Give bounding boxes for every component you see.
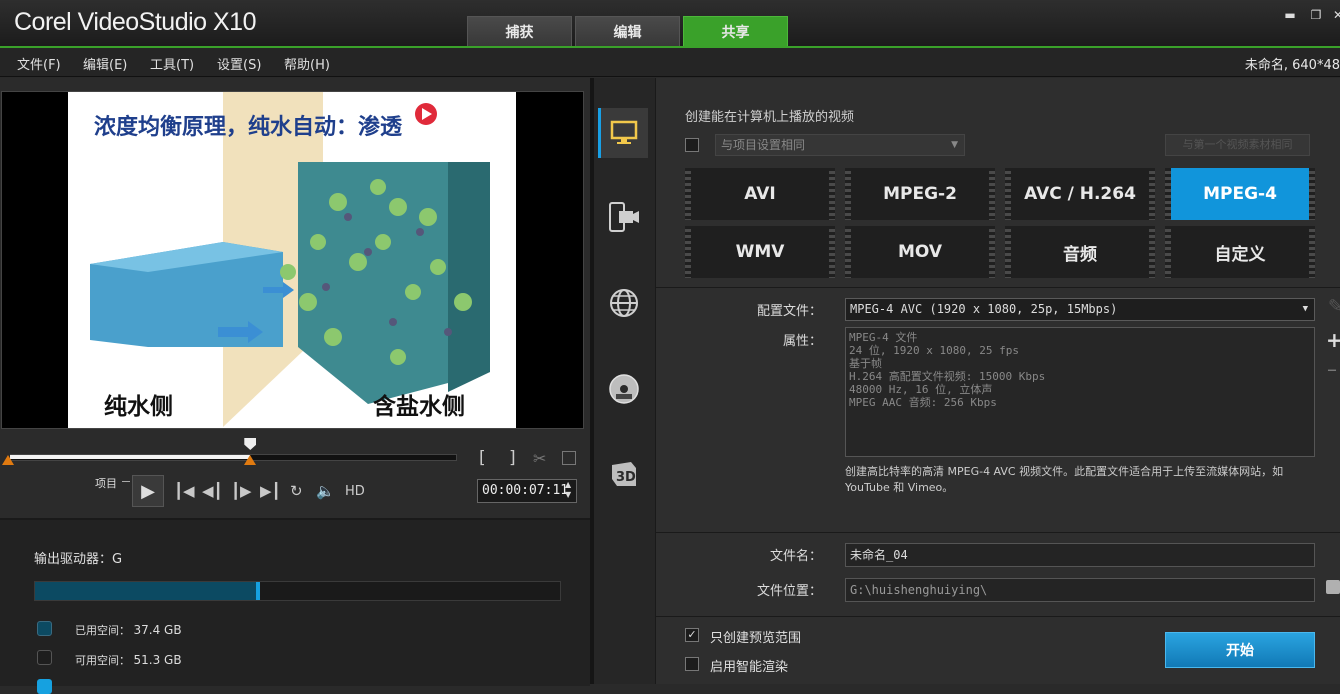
remove-profile-icon[interactable]: – [1327,357,1337,381]
location-input[interactable]: G:\huishenghuiying\ [845,578,1315,602]
mark-in-icon[interactable]: [ [479,448,486,468]
free-space-swatch [37,650,52,665]
app-logo: Corel VideoStudio X10 [14,8,257,36]
format-audio[interactable]: 音频 [1005,226,1155,278]
add-profile-icon[interactable]: + [1326,328,1340,352]
project-clip-toggle[interactable] [122,481,130,482]
same-as-project-checkbox[interactable] [685,138,699,152]
next-frame-icon[interactable]: ┃▶ [231,482,252,500]
timecode-input[interactable]: 00:00:07:11 [477,479,577,503]
same-as-project-dropdown[interactable]: 与项目设置相同 ▼ [715,134,965,156]
project-info: 未命名, 640*48 [1244,58,1340,73]
format-mpeg2[interactable]: MPEG-2 [845,168,995,220]
volume-icon[interactable]: 🔈 [316,482,335,500]
web-icon[interactable] [600,279,648,327]
separator [656,532,1340,533]
menu-help[interactable]: 帮助(H) [284,54,330,73]
location-label: 文件位置： [756,584,822,599]
osmosis-illustration: 浓度均衡原理，纯水自动：渗透 纯水侧 含盐水侧 [68,92,516,428]
video-frame: 浓度均衡原理，纯水自动：渗透 纯水侧 含盐水侧 [68,92,516,428]
separator [656,287,1340,288]
scissors-icon[interactable]: ✂ [533,449,546,468]
required-space-swatch [37,679,52,694]
profile-description: 创建高比特率的高清 MPEG-4 AVC 视频文件。此配置文件适合用于上传至流媒… [845,465,1284,494]
3d-icon[interactable]: 3D [600,450,648,498]
go-start-icon[interactable]: ┃◀ [174,482,195,500]
free-space-label: 可用空间： 51.3 GB [75,653,182,667]
format-avi[interactable]: AVI [685,168,835,220]
tab-edit[interactable]: 编辑 [575,16,680,46]
chevron-down-icon: ▼ [951,140,958,150]
restore-icon[interactable]: ❐ [1308,8,1324,22]
tab-share[interactable]: 共享 [683,16,788,46]
prev-frame-icon[interactable]: ◀┃ [202,482,223,500]
attributes-label: 属性： [782,334,822,349]
separator [656,616,1340,617]
repeat-icon[interactable]: ↻ [290,482,303,500]
filename-input[interactable]: 未命名_04 [845,543,1315,567]
share-title: 创建能在计算机上播放的视频 [685,110,855,125]
close-icon[interactable]: ✕ [1330,8,1340,22]
format-custom[interactable]: 自定义 [1165,226,1315,278]
minimize-icon[interactable]: ▬ [1282,8,1298,22]
used-space-label: 已用空间： 37.4 GB [75,623,182,637]
copy-icon[interactable] [562,451,576,465]
menu-edit[interactable]: 编辑(E) [83,54,127,73]
drive-label: 输出驱动器：G [34,552,123,567]
frame-title: 浓度均衡原理，纯水自动：渗透 [94,114,403,140]
format-wmv[interactable]: WMV [685,226,835,278]
mark-out-icon[interactable]: ] [509,448,516,468]
play-button[interactable]: ▶ [132,475,164,507]
timecode-stepper[interactable]: ▲ ▼ [565,480,571,500]
svg-text:3D: 3D [616,470,636,485]
hd-toggle[interactable]: HD [345,484,365,499]
go-end-icon[interactable]: ▶┃ [260,482,281,500]
format-mpeg4[interactable]: MPEG-4 [1165,168,1315,220]
mark-out-handle[interactable] [244,455,257,465]
profile-dropdown[interactable]: MPEG-4 AVC (1920 x 1080, 25p, 15Mbps) ▼ [845,298,1315,321]
menu-file[interactable]: 文件(F) [17,54,61,73]
smart-render-label: 启用智能渲染 [710,660,789,675]
frame-left-label: 纯水侧 [104,393,173,420]
menu-settings[interactable]: 设置(S) [217,54,261,73]
format-avc-h264[interactable]: AVC / H.264 [1005,168,1155,220]
computer-icon[interactable] [600,109,648,157]
chevron-down-icon: ▼ [1302,304,1308,314]
preview-range-checkbox[interactable]: ✓ [685,628,699,642]
drive-output-marker [255,582,260,600]
filename-label: 文件名： [769,549,822,564]
mark-in-handle[interactable] [2,455,14,465]
disc-icon[interactable] [600,365,648,413]
profile-label: 配置文件： [756,304,822,319]
edit-profile-icon[interactable]: ✎ [1328,296,1340,317]
folder-icon[interactable] [1326,580,1340,594]
project-label: 项目 [95,477,117,490]
attributes-box: MPEG-4 文件 24 位, 1920 x 1080, 25 fps 基于帧 … [845,327,1315,457]
menu-tools[interactable]: 工具(T) [150,54,194,73]
preview-range-label: 只创建预览范围 [710,631,802,646]
start-button[interactable]: 开始 [1165,632,1315,668]
used-space-swatch [37,621,52,636]
drive-used-fill [35,582,256,600]
smart-render-checkbox[interactable] [685,657,699,671]
same-as-first-clip-button[interactable]: 与第一个视频素材相同 [1165,134,1310,156]
frame-right-label: 含盐水侧 [373,393,465,420]
format-mov[interactable]: MOV [845,226,995,278]
tab-capture[interactable]: 捕获 [467,16,572,46]
play-icon: ▶ [141,480,155,502]
menu-bar [0,48,1340,77]
scrub-progress [10,455,251,459]
device-icon[interactable] [600,193,648,241]
